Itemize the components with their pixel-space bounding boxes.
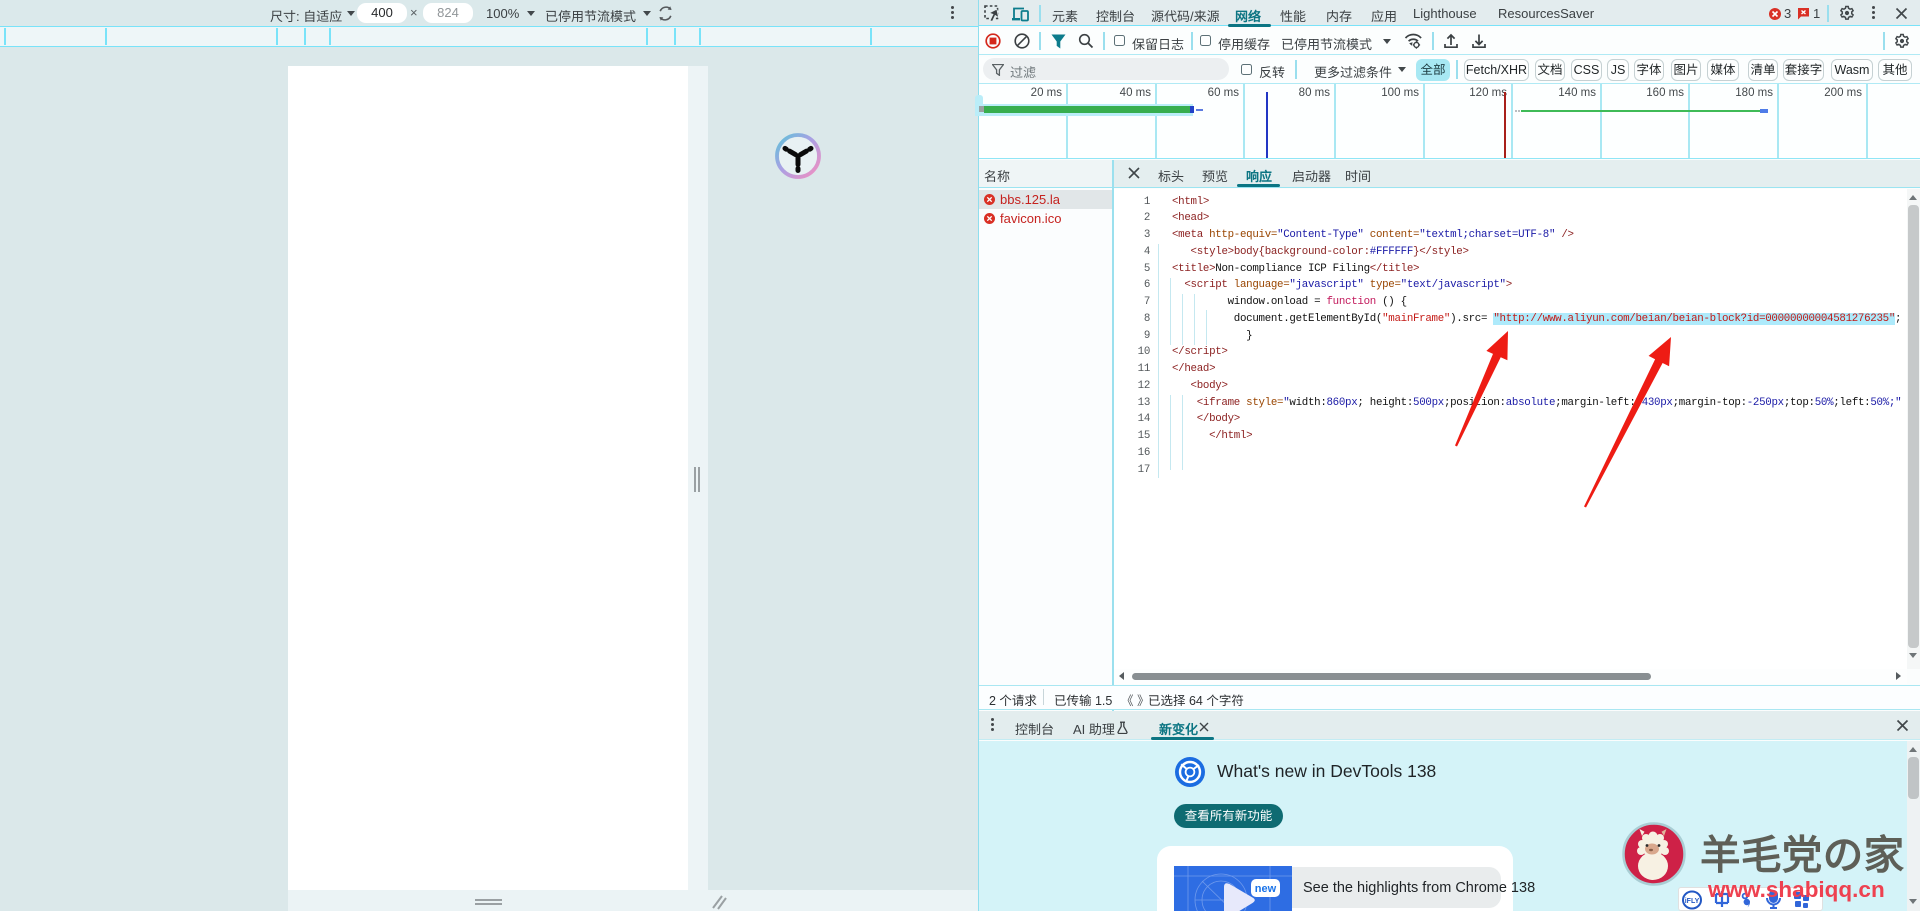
svg-text:iFLY: iFLY [1685,898,1700,905]
svg-text:new: new [1255,883,1277,895]
